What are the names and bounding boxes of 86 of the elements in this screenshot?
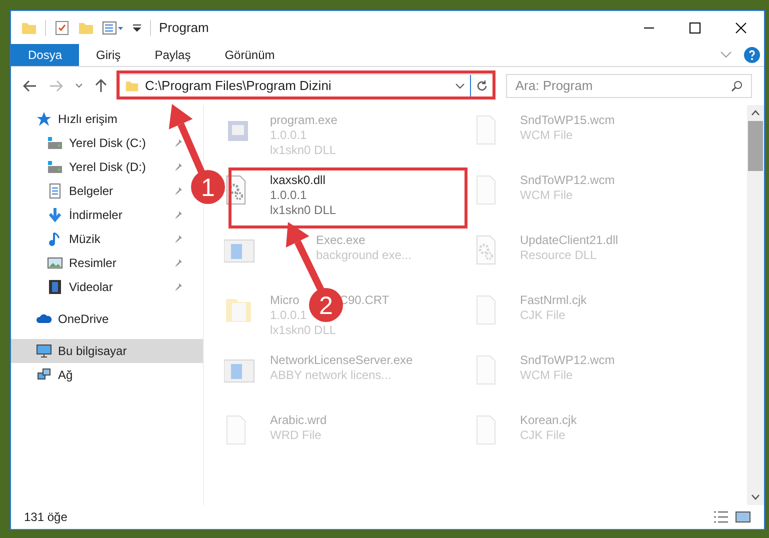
film-icon bbox=[47, 279, 63, 295]
file-detail: lx1skn0 DLL bbox=[270, 323, 336, 338]
file-detail: WRD File bbox=[270, 428, 322, 443]
pin-icon[interactable] bbox=[173, 234, 183, 244]
scrollbar-thumb[interactable] bbox=[748, 121, 763, 171]
search-input[interactable]: Ara: Program bbox=[515, 76, 732, 96]
file-detail: 1.0.0.1 bbox=[270, 188, 307, 203]
help-icon[interactable] bbox=[744, 47, 760, 63]
properties-icon[interactable] bbox=[102, 20, 124, 36]
sidebar-item[interactable]: Yerel Disk (C:) bbox=[11, 131, 185, 155]
star-icon bbox=[36, 111, 52, 127]
search-icon bbox=[731, 80, 744, 92]
sidebar-item[interactable]: Belgeler bbox=[11, 179, 185, 203]
ribbon-tab[interactable]: Dosya bbox=[11, 44, 80, 66]
file-detail: lx1skn0 DLL bbox=[270, 203, 336, 218]
file-name: SndToWP12.wcm bbox=[520, 173, 615, 188]
document-icon bbox=[47, 183, 63, 199]
recent-caret-icon[interactable] bbox=[74, 83, 83, 89]
refresh-icon[interactable] bbox=[476, 80, 488, 92]
file-name: lxaxsk0.dll bbox=[270, 173, 326, 188]
pin-icon[interactable] bbox=[173, 186, 183, 196]
file-name: SndToWP15.wcm bbox=[520, 113, 615, 128]
badge-number: 1 bbox=[201, 174, 215, 202]
file-detail: WCM File bbox=[520, 188, 573, 203]
pin-icon[interactable] bbox=[173, 258, 183, 268]
file-name: Micro bbox=[270, 293, 300, 308]
sidebar-item[interactable]: Videolar bbox=[11, 275, 185, 299]
sidebar-item[interactable]: Hızlı erişim bbox=[11, 107, 203, 131]
file-detail: CJK File bbox=[520, 428, 566, 443]
sidebar-item[interactable]: Yerel Disk (D:) bbox=[11, 155, 185, 179]
file-detail: CJK File bbox=[520, 308, 566, 323]
close-icon[interactable] bbox=[735, 22, 747, 34]
file-detail: background exe... bbox=[316, 248, 412, 263]
details-view-icon[interactable] bbox=[713, 510, 729, 524]
file-detail: WCM File bbox=[520, 368, 573, 383]
file-name: FastNrml.cjk bbox=[520, 293, 587, 308]
window-title: Program bbox=[159, 18, 209, 37]
download-arrow-icon bbox=[47, 207, 63, 223]
file-name: Exec.exe bbox=[316, 233, 366, 248]
pin-icon[interactable] bbox=[173, 282, 183, 292]
sidebar-item[interactable]: OneDrive bbox=[11, 307, 203, 331]
tiles-view-icon[interactable] bbox=[735, 510, 751, 524]
scrollbar[interactable] bbox=[747, 105, 764, 505]
pin-icon[interactable] bbox=[173, 138, 183, 148]
file-name: SndToWP12.wcm bbox=[520, 353, 615, 368]
sidebar-item[interactable]: Müzik bbox=[11, 227, 185, 251]
file-detail: WCM File bbox=[520, 128, 573, 143]
sidebar-item[interactable]: Ağ bbox=[11, 363, 203, 387]
scroll-up-icon[interactable] bbox=[751, 110, 760, 116]
sidebar-item[interactable]: Bu bilgisayar bbox=[11, 339, 203, 363]
address-path: C:\Program Files\Program Dizini bbox=[144, 77, 332, 96]
search-field[interactable]: Ara: Program bbox=[506, 74, 752, 98]
file-detail: 1.0.0.1 bbox=[270, 308, 307, 323]
ribbon-tab[interactable]: Giriş bbox=[79, 44, 138, 66]
file-detail: 1.0.0.1 bbox=[270, 128, 307, 143]
file-detail: Resource DLL bbox=[520, 248, 597, 263]
file-name: Arabic.wrd bbox=[270, 413, 327, 428]
ribbon-tab[interactable]: Görünüm bbox=[208, 44, 292, 66]
item-count: 131 öğe bbox=[24, 509, 68, 526]
ribbon-tab[interactable]: Paylaş bbox=[138, 44, 208, 66]
back-arrow-icon[interactable] bbox=[23, 80, 37, 92]
file-detail: lx1skn0 DLL bbox=[270, 143, 336, 158]
folder-icon bbox=[124, 79, 139, 93]
file-name: Korean.cjk bbox=[520, 413, 577, 428]
pin-icon[interactable] bbox=[173, 210, 183, 220]
file-name: NetworkLicenseServer.exe bbox=[270, 353, 413, 368]
drive-icon bbox=[47, 159, 63, 175]
scroll-down-icon[interactable] bbox=[751, 494, 760, 500]
pin-icon[interactable] bbox=[173, 162, 183, 172]
file-name: UpdateClient21.dll bbox=[520, 233, 618, 248]
sidebar-item[interactable]: Resimler bbox=[11, 251, 185, 275]
sidebar-item[interactable]: İndirmeler bbox=[11, 203, 185, 227]
maximize-icon[interactable] bbox=[689, 22, 701, 34]
monitor-icon bbox=[36, 343, 52, 359]
file-name: program.exe bbox=[270, 113, 338, 128]
dropdown-caret-icon[interactable] bbox=[455, 83, 466, 89]
number-badge bbox=[191, 170, 225, 204]
checklist-icon[interactable] bbox=[54, 20, 70, 36]
drive-icon bbox=[47, 135, 63, 151]
chevron-down-icon[interactable] bbox=[720, 51, 732, 59]
badge-number: 2 bbox=[319, 292, 333, 320]
file-detail: ABBY network licens... bbox=[270, 368, 392, 383]
address-bar[interactable]: C:\Program Files\Program Dizini bbox=[118, 74, 494, 98]
dropdown-caret-icon[interactable] bbox=[132, 22, 142, 32]
up-arrow-icon[interactable] bbox=[94, 79, 107, 93]
picture-icon bbox=[47, 255, 63, 271]
